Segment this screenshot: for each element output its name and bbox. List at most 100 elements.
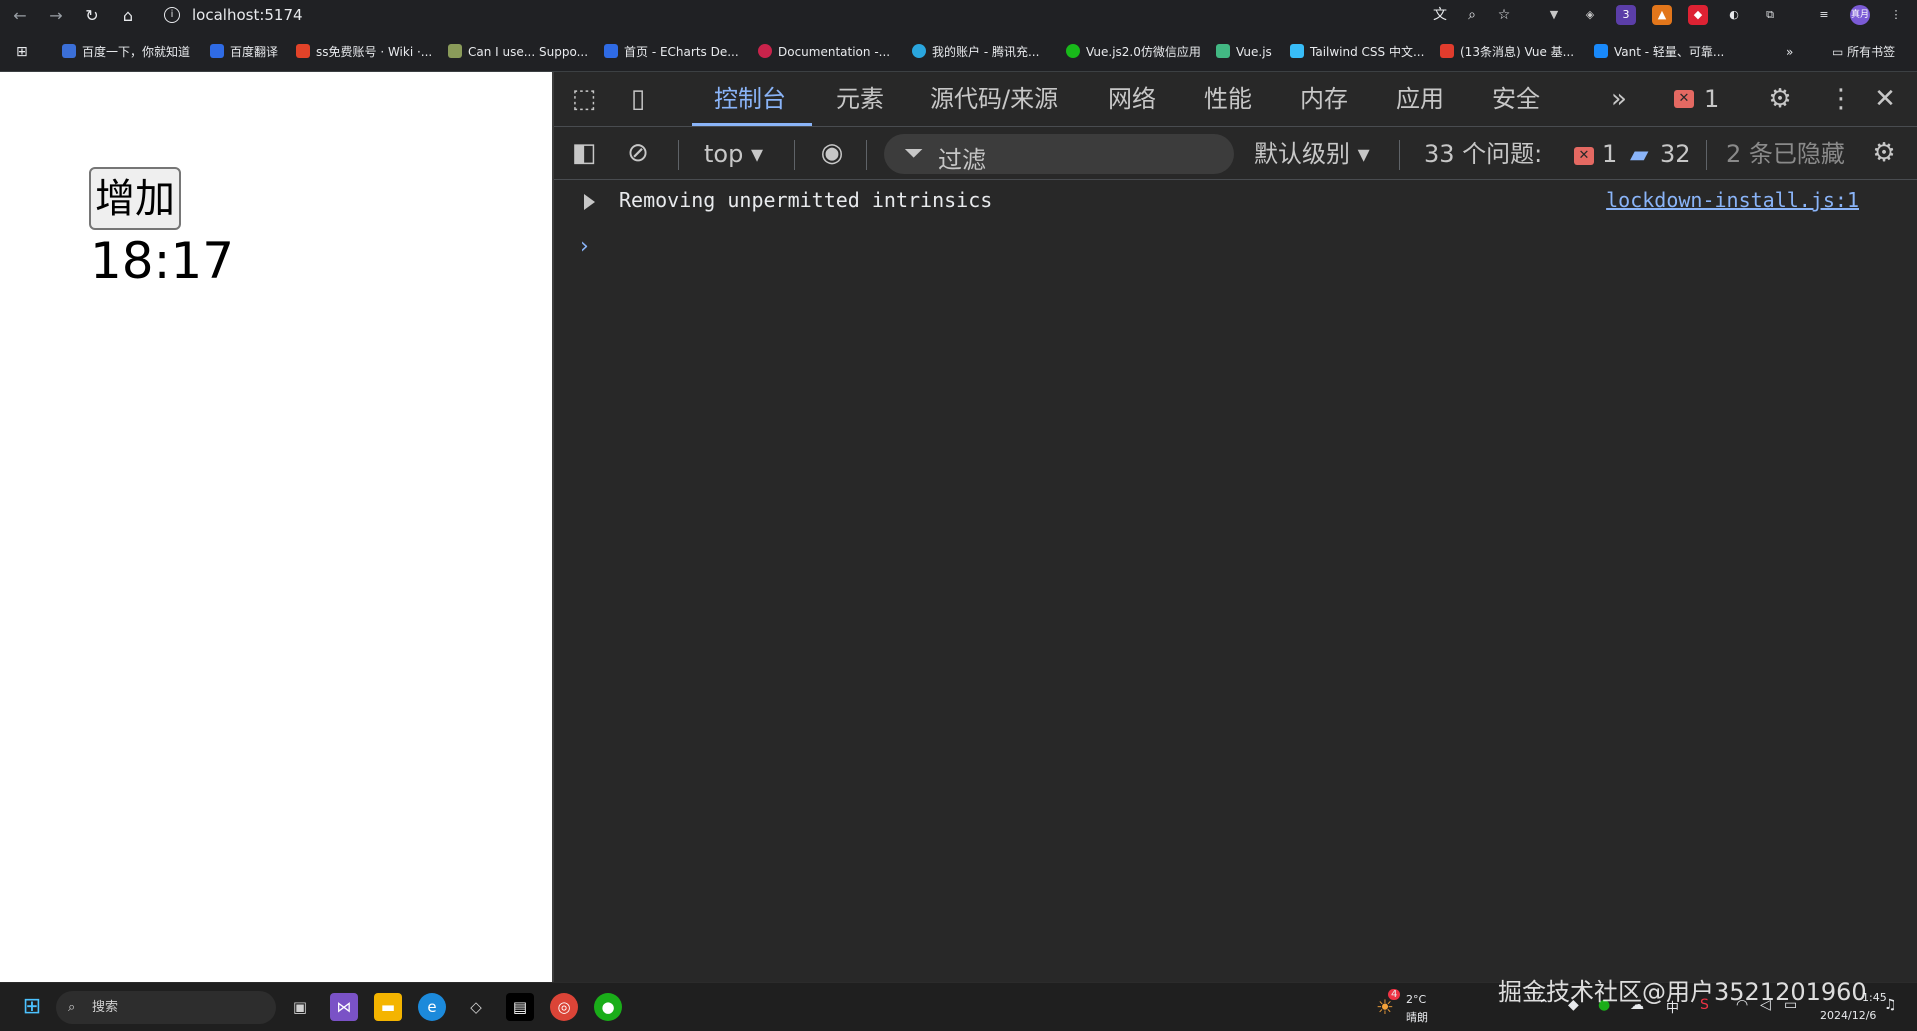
- live-expression-eye-icon[interactable]: ◉: [812, 138, 852, 168]
- extension-badge-icon[interactable]: 3: [1616, 5, 1636, 25]
- context-selector[interactable]: top ▾: [704, 139, 763, 169]
- task-view-icon[interactable]: ▣: [286, 993, 314, 1021]
- bookmark-item[interactable]: 首页 - ECharts De...: [604, 42, 739, 62]
- tab-performance[interactable]: 性能: [1204, 84, 1252, 114]
- favicon-icon: [604, 44, 618, 58]
- bookmark-label: Documentation -...: [778, 45, 891, 59]
- error-count[interactable]: 1: [1704, 84, 1719, 114]
- more-options-icon[interactable]: ⋮: [1828, 84, 1854, 114]
- red-extension-icon[interactable]: ◆: [1688, 5, 1708, 25]
- error-count-icon[interactable]: ✕: [1674, 90, 1694, 108]
- edge-browser-icon[interactable]: e: [418, 993, 446, 1021]
- all-bookmarks-label: 所有书签: [1847, 45, 1896, 59]
- clock-date[interactable]: 2024/12/6: [1820, 1009, 1876, 1022]
- bookmark-item[interactable]: 我的账户 - 腾讯充...: [912, 42, 1039, 62]
- message-icon[interactable]: ▰: [1630, 139, 1648, 169]
- bookmark-item[interactable]: 百度翻译: [210, 42, 278, 62]
- file-explorer-icon[interactable]: ▬: [374, 993, 402, 1021]
- metamask-fox-icon[interactable]: ▲: [1652, 5, 1672, 25]
- bookmark-item[interactable]: Vue.js2.0仿微信应用: [1066, 42, 1201, 62]
- device-toolbar-icon[interactable]: ▯: [622, 84, 654, 114]
- favicon-icon: [1216, 44, 1230, 58]
- bookmark-label: Vue.js: [1236, 45, 1272, 59]
- dropdown-arrow-icon: ▾: [1357, 140, 1370, 168]
- tab-console[interactable]: 控制台: [714, 84, 786, 114]
- tab-security[interactable]: 安全: [1492, 84, 1540, 114]
- more-bookmarks-chevron-icon[interactable]: »: [1786, 42, 1793, 62]
- shield-extension-icon[interactable]: ◈: [1580, 5, 1600, 25]
- bookmark-star-icon[interactable]: ☆: [1494, 5, 1514, 25]
- all-bookmarks-folder[interactable]: ▭ 所有书签: [1832, 42, 1895, 62]
- address-bar[interactable]: i localhost:5174: [156, 3, 1536, 27]
- issues-message-count[interactable]: 32: [1660, 139, 1691, 169]
- profile-avatar[interactable]: 真月: [1850, 5, 1870, 25]
- bookmark-item[interactable]: Can I use... Suppo...: [448, 42, 588, 62]
- filter-input[interactable]: ⏷ 过滤: [884, 134, 1234, 174]
- console-message-row[interactable]: Removing unpermitted intrinsics lockdown…: [554, 182, 1917, 222]
- site-info-icon[interactable]: i: [164, 7, 180, 23]
- context-label: top: [704, 140, 744, 168]
- bookmark-label: Vue.js2.0仿微信应用: [1086, 45, 1201, 59]
- menu-kebab-icon[interactable]: ⋮: [1886, 5, 1906, 25]
- notification-bell-icon[interactable]: ♫: [1884, 997, 1897, 1013]
- browser-toolbar: ← → ↻ ⌂ i localhost:5174 文 ⌕ ☆ ▼ ◈ 3 ▲ ◆…: [0, 0, 1917, 31]
- bookmark-label: 百度翻译: [230, 45, 279, 59]
- console-source-link[interactable]: lockdown-install.js:1: [1606, 188, 1859, 212]
- more-tabs-chevron-icon[interactable]: »: [1604, 84, 1634, 114]
- divider: [866, 140, 867, 170]
- favicon-icon: [912, 44, 926, 58]
- favicon-icon: [296, 44, 310, 58]
- translate-icon[interactable]: 文: [1430, 5, 1450, 25]
- increment-button[interactable]: 增加: [89, 167, 181, 230]
- vue-devtools-extension-icon[interactable]: ▼: [1544, 5, 1564, 25]
- bookmark-item[interactable]: (13条消息) Vue 基...: [1440, 42, 1574, 62]
- issues-error-icon[interactable]: ✕: [1574, 147, 1594, 165]
- console-settings-gear-icon[interactable]: ⚙: [1868, 138, 1900, 168]
- log-level-selector[interactable]: 默认级别 ▾: [1254, 139, 1370, 169]
- tab-network[interactable]: 网络: [1108, 84, 1156, 114]
- settings-gear-icon[interactable]: ⚙: [1764, 84, 1796, 114]
- favicon-icon: [1594, 44, 1608, 58]
- chrome-browser-icon[interactable]: ◎: [550, 993, 578, 1021]
- reading-list-icon[interactable]: ≡: [1814, 5, 1834, 25]
- console-prompt-icon[interactable]: ›: [580, 234, 589, 259]
- forward-icon[interactable]: →: [44, 4, 68, 28]
- bookmark-item[interactable]: Vue.js: [1216, 42, 1272, 62]
- bookmark-item[interactable]: 百度一下，你就知道: [62, 42, 190, 62]
- tab-sources[interactable]: 源代码/来源: [930, 84, 1058, 114]
- devtools-tabbar: ⬚ ▯ 控制台 元素 源代码/来源 网络 性能 内存 应用 安全 » ✕ 1 ⚙…: [554, 72, 1917, 127]
- dark-reader-icon[interactable]: ◐: [1724, 5, 1744, 25]
- clear-console-icon[interactable]: ⊘: [622, 138, 654, 168]
- extensions-puzzle-icon[interactable]: ⧉: [1760, 5, 1780, 25]
- terminal-app-icon[interactable]: ▤: [506, 993, 534, 1021]
- wechat-icon[interactable]: ●: [594, 993, 622, 1021]
- home-icon[interactable]: ⌂: [116, 4, 140, 28]
- inspect-element-icon[interactable]: ⬚: [568, 84, 600, 114]
- visual-studio-icon[interactable]: ⋈: [330, 993, 358, 1021]
- favicon-icon: [1066, 44, 1080, 58]
- back-icon[interactable]: ←: [8, 4, 32, 28]
- bookmark-item[interactable]: Documentation -...: [758, 42, 890, 62]
- favicon-icon: [1440, 44, 1454, 58]
- divider: [794, 140, 795, 170]
- issues-label[interactable]: 33 个问题:: [1424, 139, 1542, 169]
- zoom-icon[interactable]: ⌕: [1462, 5, 1482, 25]
- unity-icon[interactable]: ◇: [462, 993, 490, 1021]
- apps-grid-icon[interactable]: ⊞: [16, 42, 28, 62]
- tab-application[interactable]: 应用: [1396, 84, 1444, 114]
- bookmark-item[interactable]: Tailwind CSS 中文...: [1290, 42, 1424, 62]
- search-label: 搜索: [92, 1000, 119, 1015]
- reload-icon[interactable]: ↻: [80, 4, 104, 28]
- taskbar-search[interactable]: ⌕ 搜索: [56, 991, 276, 1024]
- bookmark-item[interactable]: Vant - 轻量、可靠...: [1594, 42, 1724, 62]
- sidebar-toggle-icon[interactable]: ◧: [568, 138, 600, 168]
- start-windows-icon[interactable]: ⊞: [18, 993, 46, 1021]
- close-devtools-icon[interactable]: ✕: [1870, 84, 1900, 114]
- expand-triangle-icon[interactable]: [584, 194, 595, 210]
- issues-error-count[interactable]: 1: [1602, 139, 1617, 169]
- bookmark-item[interactable]: ss免费账号 · Wiki ·...: [296, 42, 432, 62]
- hidden-count[interactable]: 2 条已隐藏: [1726, 139, 1845, 169]
- tab-elements[interactable]: 元素: [836, 84, 884, 114]
- screen: ← → ↻ ⌂ i localhost:5174 文 ⌕ ☆ ▼ ◈ 3 ▲ ◆…: [0, 0, 1917, 1031]
- tab-memory[interactable]: 内存: [1300, 84, 1348, 114]
